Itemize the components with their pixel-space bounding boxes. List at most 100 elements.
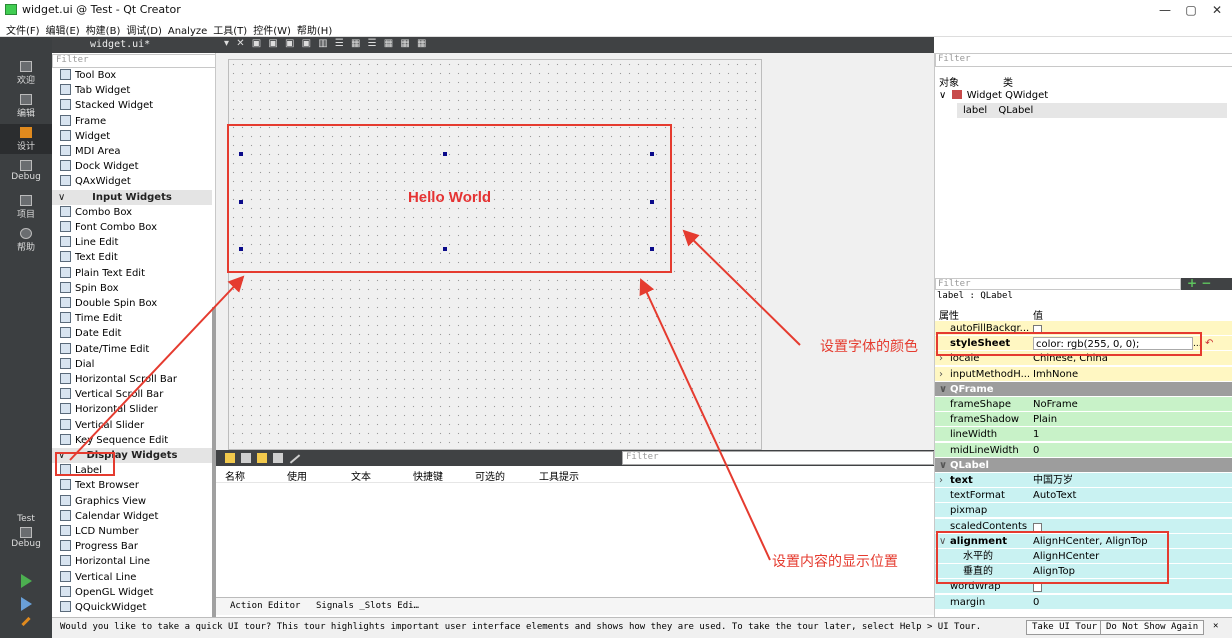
menu-tools[interactable]: 工具(T) (207, 20, 247, 37)
widget-item-vertical-line[interactable]: Vertical Line (60, 570, 210, 585)
tab-action-editor[interactable]: Action Editor (230, 601, 300, 611)
menu-build[interactable]: 构建(B) (80, 20, 121, 37)
category-input-widgets[interactable]: ∨ Input Widgets (52, 189, 212, 205)
widget-item-combo-box[interactable]: Combo Box (60, 205, 210, 220)
widget-item-frame[interactable]: Frame (60, 114, 210, 129)
widget-item-tool-box[interactable]: Tool Box (60, 68, 210, 83)
close-button[interactable]: ✕ (1206, 2, 1228, 18)
resize-handle[interactable] (443, 247, 447, 251)
menu-debug[interactable]: 调试(D) (120, 20, 162, 37)
new-action-icon[interactable] (225, 453, 235, 463)
property-row[interactable]: lineWidth 1 (935, 427, 1232, 443)
run-button[interactable] (0, 574, 52, 588)
paste-action-icon[interactable] (257, 453, 267, 463)
property-row[interactable]: frameShape NoFrame (935, 397, 1232, 412)
reset-icon[interactable]: ↶ (1205, 336, 1213, 351)
widget-item-graphics-view[interactable]: Graphics View (60, 494, 210, 509)
widget-item-text-browser[interactable]: Text Browser (60, 478, 210, 493)
widget-item-time-edit[interactable]: Time Edit (60, 311, 210, 326)
dont-show-button[interactable]: Do Not Show Again (1100, 620, 1205, 635)
widget-item-lcd-number[interactable]: LCD Number (60, 524, 210, 539)
resize-handle[interactable] (239, 247, 243, 251)
widget-item-widget[interactable]: Widget (60, 129, 210, 144)
col-used[interactable]: 使用 (287, 468, 307, 483)
property-row[interactable]: midLineWidth 0 (935, 442, 1232, 458)
property-row[interactable]: textFormat AutoText (935, 488, 1232, 504)
col-value[interactable]: 值 (1033, 307, 1043, 322)
widget-item-plain-text-edit[interactable]: Plain Text Edit (60, 266, 210, 281)
mode-edit[interactable]: 编辑 (0, 94, 52, 119)
checkbox[interactable] (1033, 583, 1042, 593)
mode-welcome[interactable]: 欢迎 (0, 61, 52, 86)
copy-action-icon[interactable] (241, 453, 251, 463)
action-filter-input[interactable]: Filter (622, 451, 934, 465)
widget-item-date-time-edit[interactable]: Date/Time Edit (60, 342, 210, 357)
mode-projects[interactable]: 项目 (0, 195, 52, 220)
build-button[interactable] (0, 616, 52, 627)
col-class[interactable]: 类 (1003, 74, 1013, 89)
widget-item-mdi-area[interactable]: MDI Area (60, 144, 210, 159)
menu-analyze[interactable]: Analyze (162, 24, 207, 37)
expand-arrow-icon[interactable]: ∨ (939, 382, 947, 397)
resize-handle[interactable] (650, 152, 654, 156)
debug-run-button[interactable] (0, 597, 52, 611)
mode-debug[interactable]: Debug (0, 160, 52, 182)
menu-widgets[interactable]: 控件(W) (247, 20, 291, 37)
col-tooltip[interactable]: 工具提示 (539, 468, 579, 483)
property-row[interactable]: margin 0 (935, 594, 1232, 610)
col-property[interactable]: 属性 (939, 307, 959, 322)
menu-file[interactable]: 文件(F) (0, 20, 40, 37)
widget-item-dock-widget[interactable]: Dock Widget (60, 159, 210, 174)
widget-item-double-spin-box[interactable]: Double Spin Box (60, 296, 210, 311)
property-row[interactable]: ∨ QLabel (935, 457, 1232, 473)
widget-item-qaxwidget[interactable]: QAxWidget (60, 174, 210, 189)
resize-handle[interactable] (239, 152, 243, 156)
widget-item-vertical-scroll-bar[interactable]: Vertical Scroll Bar (60, 387, 210, 402)
tab-signals-slots[interactable]: Signals _Slots Edi… (316, 601, 419, 611)
property-filter-input[interactable]: Filter (935, 278, 1181, 290)
widget-item-calendar-widget[interactable]: Calendar Widget (60, 509, 210, 524)
mode-help[interactable]: 帮助 (0, 228, 52, 253)
widget-item-spin-box[interactable]: Spin Box (60, 281, 210, 296)
col-name[interactable]: 名称 (225, 468, 245, 483)
widget-item-stacked-widget[interactable]: Stacked Widget (60, 98, 210, 113)
resize-handle[interactable] (650, 247, 654, 251)
widget-item-opengl-widget[interactable]: OpenGL Widget (60, 585, 210, 600)
mode-design[interactable]: 设计 (0, 124, 52, 154)
widget-item-tab-widget[interactable]: Tab Widget (60, 83, 210, 98)
menu-help[interactable]: 帮助(H) (291, 20, 332, 37)
widget-item-font-combo-box[interactable]: Font Combo Box (60, 220, 210, 235)
widget-item-horizontal-line[interactable]: Horizontal Line (60, 554, 210, 569)
property-row[interactable]: ∨ QFrame (935, 381, 1232, 397)
widget-filter-input[interactable]: Filter (52, 54, 216, 68)
resize-handle[interactable] (239, 200, 243, 204)
resize-handle[interactable] (650, 200, 654, 204)
widget-item-qquickwidget[interactable]: QQuickWidget (60, 600, 210, 615)
widget-item-dial[interactable]: Dial (60, 357, 210, 372)
widget-item-line-edit[interactable]: Line Edit (60, 235, 210, 250)
property-row[interactable]: pixmap (935, 503, 1232, 519)
widget-item-horizontal-scroll-bar[interactable]: Horizontal Scroll Bar (60, 372, 210, 387)
tree-row-widget[interactable]: ∨ Widget QWidget (939, 88, 1229, 103)
property-row[interactable]: › text 中国万岁 (935, 473, 1232, 488)
expand-arrow-icon[interactable]: › (939, 367, 943, 382)
expand-arrow-icon[interactable]: › (939, 473, 943, 488)
action-table-body[interactable] (216, 482, 934, 597)
delete-action-icon[interactable] (273, 453, 283, 463)
toolbar-icons[interactable]: ▾ ✕ ▣ ▣ ▣ ▣ ▥ ☰ ▦ ☰ ▦ ▦ ▦ (224, 38, 429, 49)
add-dynamic-property-button[interactable]: + − (1181, 277, 1232, 290)
widget-item-progress-bar[interactable]: Progress Bar (60, 539, 210, 554)
property-row[interactable]: frameShadow Plain (935, 412, 1232, 428)
minimize-button[interactable]: — (1154, 2, 1176, 18)
resize-handle[interactable] (443, 152, 447, 156)
object-filter-input[interactable]: Filter (935, 53, 1232, 67)
widget-item-key-sequence-edit[interactable]: Key Sequence Edit (60, 433, 210, 448)
menu-edit[interactable]: 编辑(E) (40, 20, 80, 37)
kit-selector[interactable]: Test Debug (0, 514, 52, 549)
widget-item-vertical-slider[interactable]: Vertical Slider (60, 418, 210, 433)
tree-row-label[interactable]: label QLabel (957, 103, 1227, 118)
col-text[interactable]: 文本 (351, 468, 371, 483)
maximize-button[interactable]: ▢ (1180, 2, 1202, 18)
widget-item-horizontal-slider[interactable]: Horizontal Slider (60, 402, 210, 417)
col-checkable[interactable]: 可选的 (475, 468, 505, 483)
